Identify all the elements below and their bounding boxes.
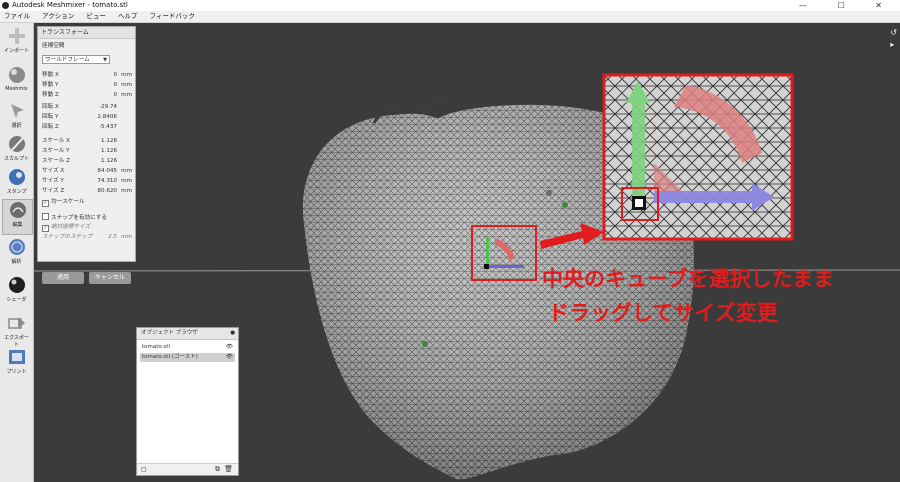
- eye-icon[interactable]: 👁: [226, 353, 233, 362]
- coord-space-value: ワールドフレーム: [45, 57, 90, 63]
- brush-icon: [8, 136, 25, 152]
- tool-select[interactable]: 選択: [2, 101, 31, 129]
- panel-title: トランスフォーム: [38, 27, 135, 39]
- snap-step-row[interactable]: スナップのステップ 2.5 mm: [42, 233, 132, 241]
- tool-stamp-label: スタンプ: [6, 189, 27, 195]
- rotate-x-row[interactable]: 回転 X -29.74: [42, 103, 132, 111]
- tool-shader[interactable]: シェーダ: [2, 275, 31, 303]
- snap-enable-checkbox[interactable]: スナップを有効にする: [42, 213, 132, 221]
- pivot-dot-green-2: [422, 341, 428, 347]
- size-y-row[interactable]: サイズ Y 74.310 mm: [42, 177, 132, 185]
- checkbox-checked-icon: ✓: [42, 200, 49, 207]
- chevron-down-icon: ▼: [103, 57, 107, 63]
- tool-select-label: 選択: [11, 123, 22, 129]
- tool-import[interactable]: インポート: [2, 26, 31, 54]
- tool-edit-label: 編集: [12, 222, 23, 228]
- translate-y-row[interactable]: 移動 Y 0 mm: [42, 81, 132, 89]
- tool-edit[interactable]: 編集: [2, 199, 33, 235]
- tool-sculpt[interactable]: スカルプト: [2, 134, 31, 162]
- edit-icon: [9, 202, 26, 218]
- checkbox-icon: [42, 213, 49, 220]
- absolute-size-checkbox[interactable]: ✓ 絶対座標サイズ: [42, 223, 132, 232]
- title-bar: Autodesk Meshmixer - tomato.stl — ☐ ✕: [0, 0, 900, 11]
- tool-import-label: インポート: [3, 48, 29, 54]
- object-browser-title: オブジェクト ブラウザ ●: [137, 328, 238, 340]
- cancel-button[interactable]: キャンセル: [89, 272, 131, 284]
- apply-button[interactable]: 適用: [42, 272, 84, 284]
- checkbox-checked-icon: ✓: [42, 225, 49, 232]
- menu-bar: ファイル アクション ビュー ヘルプ フィードバック: [0, 11, 900, 23]
- viewport-nav-arrows[interactable]: ↺ ▸: [890, 27, 897, 51]
- callout-line-1: 中央のキューブを選択したまま: [542, 267, 835, 291]
- menu-help[interactable]: ヘルプ: [118, 12, 138, 20]
- pivot-dot-green: [562, 202, 568, 208]
- size-x-row[interactable]: サイズ X 84.045 mm: [42, 167, 132, 175]
- shader-icon: [8, 277, 25, 293]
- cube-icon[interactable]: ◻: [141, 465, 147, 473]
- uniform-scale-checkbox[interactable]: ✓ 均一スケール: [42, 198, 132, 207]
- arrow-select-icon: [10, 104, 24, 118]
- scale-z-row[interactable]: スケール Z 1.126: [42, 157, 132, 165]
- tool-shader-label: シェーダ: [6, 297, 27, 303]
- pivot-dot: [546, 190, 552, 196]
- tool-export[interactable]: エクスポート: [2, 313, 31, 348]
- transform-panel: トランスフォーム 座標空間 ワールドフレーム ▼ 移動 X 0 mm 移動 Y 0 mm…: [37, 26, 136, 284]
- close-icon[interactable]: ●: [230, 328, 235, 339]
- tool-meshmix[interactable]: Meshmix: [2, 65, 31, 92]
- tool-stamp[interactable]: スタンプ: [2, 167, 31, 195]
- rotate-y-row[interactable]: 回転 Y 2.8406: [42, 113, 132, 121]
- menu-feedback[interactable]: フィードバック: [150, 12, 195, 20]
- meshmixer-app-icon: [2, 2, 9, 9]
- stamp-icon: [8, 169, 25, 185]
- object-browser: オブジェクト ブラウザ ● tomato.stl 👁 tomato.stl (ゴ…: [136, 327, 239, 476]
- object-item-tomato[interactable]: tomato.stl 👁: [140, 343, 235, 352]
- scale-x-row[interactable]: スケール X 1.126: [42, 137, 132, 145]
- window-title: Autodesk Meshmixer - tomato.stl: [12, 1, 128, 9]
- sphere-icon: [8, 67, 25, 83]
- menu-view[interactable]: ビュー: [86, 12, 106, 20]
- duplicate-icon[interactable]: ⧉: [215, 465, 220, 474]
- print-icon: [8, 350, 25, 364]
- analysis-icon: [8, 239, 25, 255]
- object-browser-footer: ◻ ⧉ 🗑: [137, 463, 238, 475]
- window-controls[interactable]: — ☐ ✕: [799, 0, 896, 11]
- plus-icon: [8, 28, 25, 44]
- export-icon: [7, 317, 25, 329]
- zoom-inset: [602, 73, 794, 241]
- menu-file[interactable]: ファイル: [4, 12, 30, 20]
- tool-sculpt-label: スカルプト: [3, 156, 29, 162]
- tool-print[interactable]: プリント: [2, 347, 31, 375]
- tool-analysis-label: 解析: [11, 259, 22, 265]
- object-item-tomato-ghost[interactable]: tomato.stl (ゴースト) 👁: [140, 353, 235, 362]
- tool-print-label: プリント: [6, 369, 27, 375]
- translate-x-row[interactable]: 移動 X 0 mm: [42, 71, 132, 79]
- tool-meshmix-label: Meshmix: [5, 86, 28, 92]
- tool-analysis[interactable]: 解析: [2, 237, 31, 265]
- translate-z-row[interactable]: 移動 Z 0 mm: [42, 91, 132, 99]
- trash-icon[interactable]: 🗑: [224, 465, 233, 473]
- rotate-z-row[interactable]: 回転 Z -5.437: [42, 123, 132, 131]
- menu-action[interactable]: アクション: [42, 12, 74, 20]
- coord-space-dropdown[interactable]: ワールドフレーム ▼: [42, 55, 110, 64]
- size-z-row[interactable]: サイズ Z 80.620 mm: [42, 187, 132, 195]
- eye-icon[interactable]: 👁: [226, 343, 233, 352]
- coord-space-label: 座標空間: [42, 43, 65, 49]
- left-toolbar: インポート Meshmix 選択 スカルプト スタンプ 編集 解析 シェーダ エ…: [0, 23, 34, 482]
- scale-y-row[interactable]: スケール Y 1.126: [42, 147, 132, 155]
- callout-line-2: ドラッグしてサイズ変更: [548, 301, 778, 325]
